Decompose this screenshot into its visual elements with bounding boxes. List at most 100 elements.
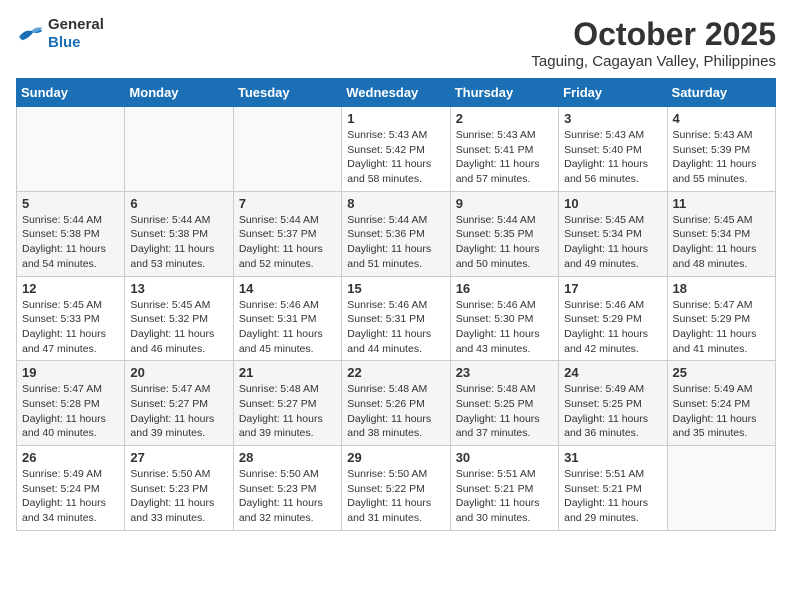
day-info: Sunrise: 5:45 AM Sunset: 5:34 PM Dayligh… [673, 213, 770, 272]
calendar-week-row: 12Sunrise: 5:45 AM Sunset: 5:33 PM Dayli… [17, 276, 776, 361]
logo-icon [16, 23, 44, 45]
calendar-cell: 21Sunrise: 5:48 AM Sunset: 5:27 PM Dayli… [233, 361, 341, 446]
weekday-header-tuesday: Tuesday [233, 79, 341, 107]
day-info: Sunrise: 5:49 AM Sunset: 5:24 PM Dayligh… [673, 382, 770, 441]
calendar-week-row: 19 Sunrise: 5:47 AM Sunset: 5:28 PM Dayli… [17, 361, 776, 446]
calendar-cell: 24 Sunrise: 5:49 AM Sunset: 5:25 PM Dayli… [559, 361, 667, 446]
day-number: 15 [347, 281, 444, 296]
calendar-cell: 12Sunrise: 5:45 AM Sunset: 5:33 PM Dayli… [17, 276, 125, 361]
calendar-table: SundayMondayTuesdayWednesdayThursdayFrid… [16, 78, 776, 531]
day-number: 22 [347, 365, 444, 380]
day-info: Sunrise: 5:50 AM Sunset: 5:22 PM Dayligh… [347, 467, 444, 526]
day-number: 5 [22, 196, 119, 211]
calendar-cell: 27Sunrise: 5:50 AM Sunset: 5:23 PM Dayli… [125, 446, 233, 531]
day-number: 1 [347, 111, 444, 126]
day-info: Sunrise: 5:50 AM Sunset: 5:23 PM Dayligh… [130, 467, 227, 526]
calendar-cell: 13Sunrise: 5:45 AM Sunset: 5:32 PM Dayli… [125, 276, 233, 361]
day-number: 24 [564, 365, 661, 380]
calendar-cell: 20 Sunrise: 5:47 AM Sunset: 5:27 PM Dayli… [125, 361, 233, 446]
calendar-cell: 10Sunrise: 5:45 AM Sunset: 5:34 PM Dayli… [559, 191, 667, 276]
calendar-cell: 29 Sunrise: 5:50 AM Sunset: 5:22 PM Dayli… [342, 446, 450, 531]
day-number: 19 [22, 365, 119, 380]
calendar-cell: 3 Sunrise: 5:43 AM Sunset: 5:40 PM Daylig… [559, 107, 667, 192]
calendar-cell: 11 Sunrise: 5:45 AM Sunset: 5:34 PM Dayli… [667, 191, 775, 276]
weekday-header-friday: Friday [559, 79, 667, 107]
day-info: Sunrise: 5:49 AM Sunset: 5:25 PM Dayligh… [564, 382, 661, 441]
day-number: 6 [130, 196, 227, 211]
calendar-cell [17, 107, 125, 192]
day-info: Sunrise: 5:47 AM Sunset: 5:27 PM Dayligh… [130, 382, 227, 441]
day-number: 17 [564, 281, 661, 296]
calendar-cell: 22 Sunrise: 5:48 AM Sunset: 5:26 PM Dayli… [342, 361, 450, 446]
weekday-header-row: SundayMondayTuesdayWednesdayThursdayFrid… [17, 79, 776, 107]
day-info: Sunrise: 5:43 AM Sunset: 5:39 PM Dayligh… [673, 128, 770, 187]
day-number: 4 [673, 111, 770, 126]
day-info: Sunrise: 5:46 AM Sunset: 5:30 PM Dayligh… [456, 298, 553, 357]
day-number: 20 [130, 365, 227, 380]
calendar-cell: 26Sunrise: 5:49 AM Sunset: 5:24 PM Dayli… [17, 446, 125, 531]
calendar-cell [667, 446, 775, 531]
day-info: Sunrise: 5:48 AM Sunset: 5:27 PM Dayligh… [239, 382, 336, 441]
calendar-cell [125, 107, 233, 192]
weekday-header-sunday: Sunday [17, 79, 125, 107]
calendar-cell: 4 Sunrise: 5:43 AM Sunset: 5:39 PM Daylig… [667, 107, 775, 192]
logo-text-blue: Blue [48, 34, 81, 51]
day-number: 3 [564, 111, 661, 126]
day-number: 23 [456, 365, 553, 380]
calendar-cell: 1 Sunrise: 5:43 AM Sunset: 5:42 PM Daylig… [342, 107, 450, 192]
calendar-cell: 18 Sunrise: 5:47 AM Sunset: 5:29 PM Dayli… [667, 276, 775, 361]
calendar-week-row: 1 Sunrise: 5:43 AM Sunset: 5:42 PM Daylig… [17, 107, 776, 192]
weekday-header-monday: Monday [125, 79, 233, 107]
day-number: 28 [239, 450, 336, 465]
calendar-cell: 5 Sunrise: 5:44 AM Sunset: 5:38 PM Daylig… [17, 191, 125, 276]
day-number: 30 [456, 450, 553, 465]
logo-text-general: General [48, 16, 104, 33]
calendar-cell: 28 Sunrise: 5:50 AM Sunset: 5:23 PM Dayli… [233, 446, 341, 531]
calendar-cell: 6 Sunrise: 5:44 AM Sunset: 5:38 PM Daylig… [125, 191, 233, 276]
day-number: 10 [564, 196, 661, 211]
day-info: Sunrise: 5:51 AM Sunset: 5:21 PM Dayligh… [564, 467, 661, 526]
day-info: Sunrise: 5:44 AM Sunset: 5:38 PM Dayligh… [130, 213, 227, 272]
day-info: Sunrise: 5:43 AM Sunset: 5:42 PM Dayligh… [347, 128, 444, 187]
day-number: 26 [22, 450, 119, 465]
calendar-cell: 31 Sunrise: 5:51 AM Sunset: 5:21 PM Dayli… [559, 446, 667, 531]
day-info: Sunrise: 5:50 AM Sunset: 5:23 PM Dayligh… [239, 467, 336, 526]
day-number: 16 [456, 281, 553, 296]
day-info: Sunrise: 5:48 AM Sunset: 5:26 PM Dayligh… [347, 382, 444, 441]
day-info: Sunrise: 5:47 AM Sunset: 5:28 PM Dayligh… [22, 382, 119, 441]
day-info: Sunrise: 5:45 AM Sunset: 5:32 PM Dayligh… [130, 298, 227, 357]
day-info: Sunrise: 5:44 AM Sunset: 5:38 PM Dayligh… [22, 213, 119, 272]
header: General Blue October 2025 Taguing, Cagay… [16, 16, 776, 70]
calendar-cell: 14 Sunrise: 5:46 AM Sunset: 5:31 PM Dayli… [233, 276, 341, 361]
day-number: 11 [673, 196, 770, 211]
calendar-cell: 15Sunrise: 5:46 AM Sunset: 5:31 PM Dayli… [342, 276, 450, 361]
day-number: 12 [22, 281, 119, 296]
day-number: 29 [347, 450, 444, 465]
day-number: 8 [347, 196, 444, 211]
calendar-cell: 9Sunrise: 5:44 AM Sunset: 5:35 PM Daylig… [450, 191, 558, 276]
calendar-cell: 25Sunrise: 5:49 AM Sunset: 5:24 PM Dayli… [667, 361, 775, 446]
calendar-cell: 23 Sunrise: 5:48 AM Sunset: 5:25 PM Dayli… [450, 361, 558, 446]
calendar-cell: 30Sunrise: 5:51 AM Sunset: 5:21 PM Dayli… [450, 446, 558, 531]
day-number: 14 [239, 281, 336, 296]
calendar-week-row: 26Sunrise: 5:49 AM Sunset: 5:24 PM Dayli… [17, 446, 776, 531]
day-info: Sunrise: 5:44 AM Sunset: 5:37 PM Dayligh… [239, 213, 336, 272]
day-number: 31 [564, 450, 661, 465]
weekday-header-wednesday: Wednesday [342, 79, 450, 107]
calendar-cell: 8 Sunrise: 5:44 AM Sunset: 5:36 PM Daylig… [342, 191, 450, 276]
day-info: Sunrise: 5:46 AM Sunset: 5:31 PM Dayligh… [239, 298, 336, 357]
day-info: Sunrise: 5:46 AM Sunset: 5:29 PM Dayligh… [564, 298, 661, 357]
day-info: Sunrise: 5:44 AM Sunset: 5:36 PM Dayligh… [347, 213, 444, 272]
calendar-subtitle: Taguing, Cagayan Valley, Philippines [531, 53, 776, 70]
day-number: 18 [673, 281, 770, 296]
day-number: 2 [456, 111, 553, 126]
day-info: Sunrise: 5:47 AM Sunset: 5:29 PM Dayligh… [673, 298, 770, 357]
weekday-header-saturday: Saturday [667, 79, 775, 107]
title-area: October 2025 Taguing, Cagayan Valley, Ph… [531, 16, 776, 70]
calendar-cell: 19 Sunrise: 5:47 AM Sunset: 5:28 PM Dayli… [17, 361, 125, 446]
logo: General Blue [16, 16, 104, 52]
day-info: Sunrise: 5:43 AM Sunset: 5:40 PM Dayligh… [564, 128, 661, 187]
weekday-header-thursday: Thursday [450, 79, 558, 107]
day-number: 9 [456, 196, 553, 211]
day-info: Sunrise: 5:48 AM Sunset: 5:25 PM Dayligh… [456, 382, 553, 441]
